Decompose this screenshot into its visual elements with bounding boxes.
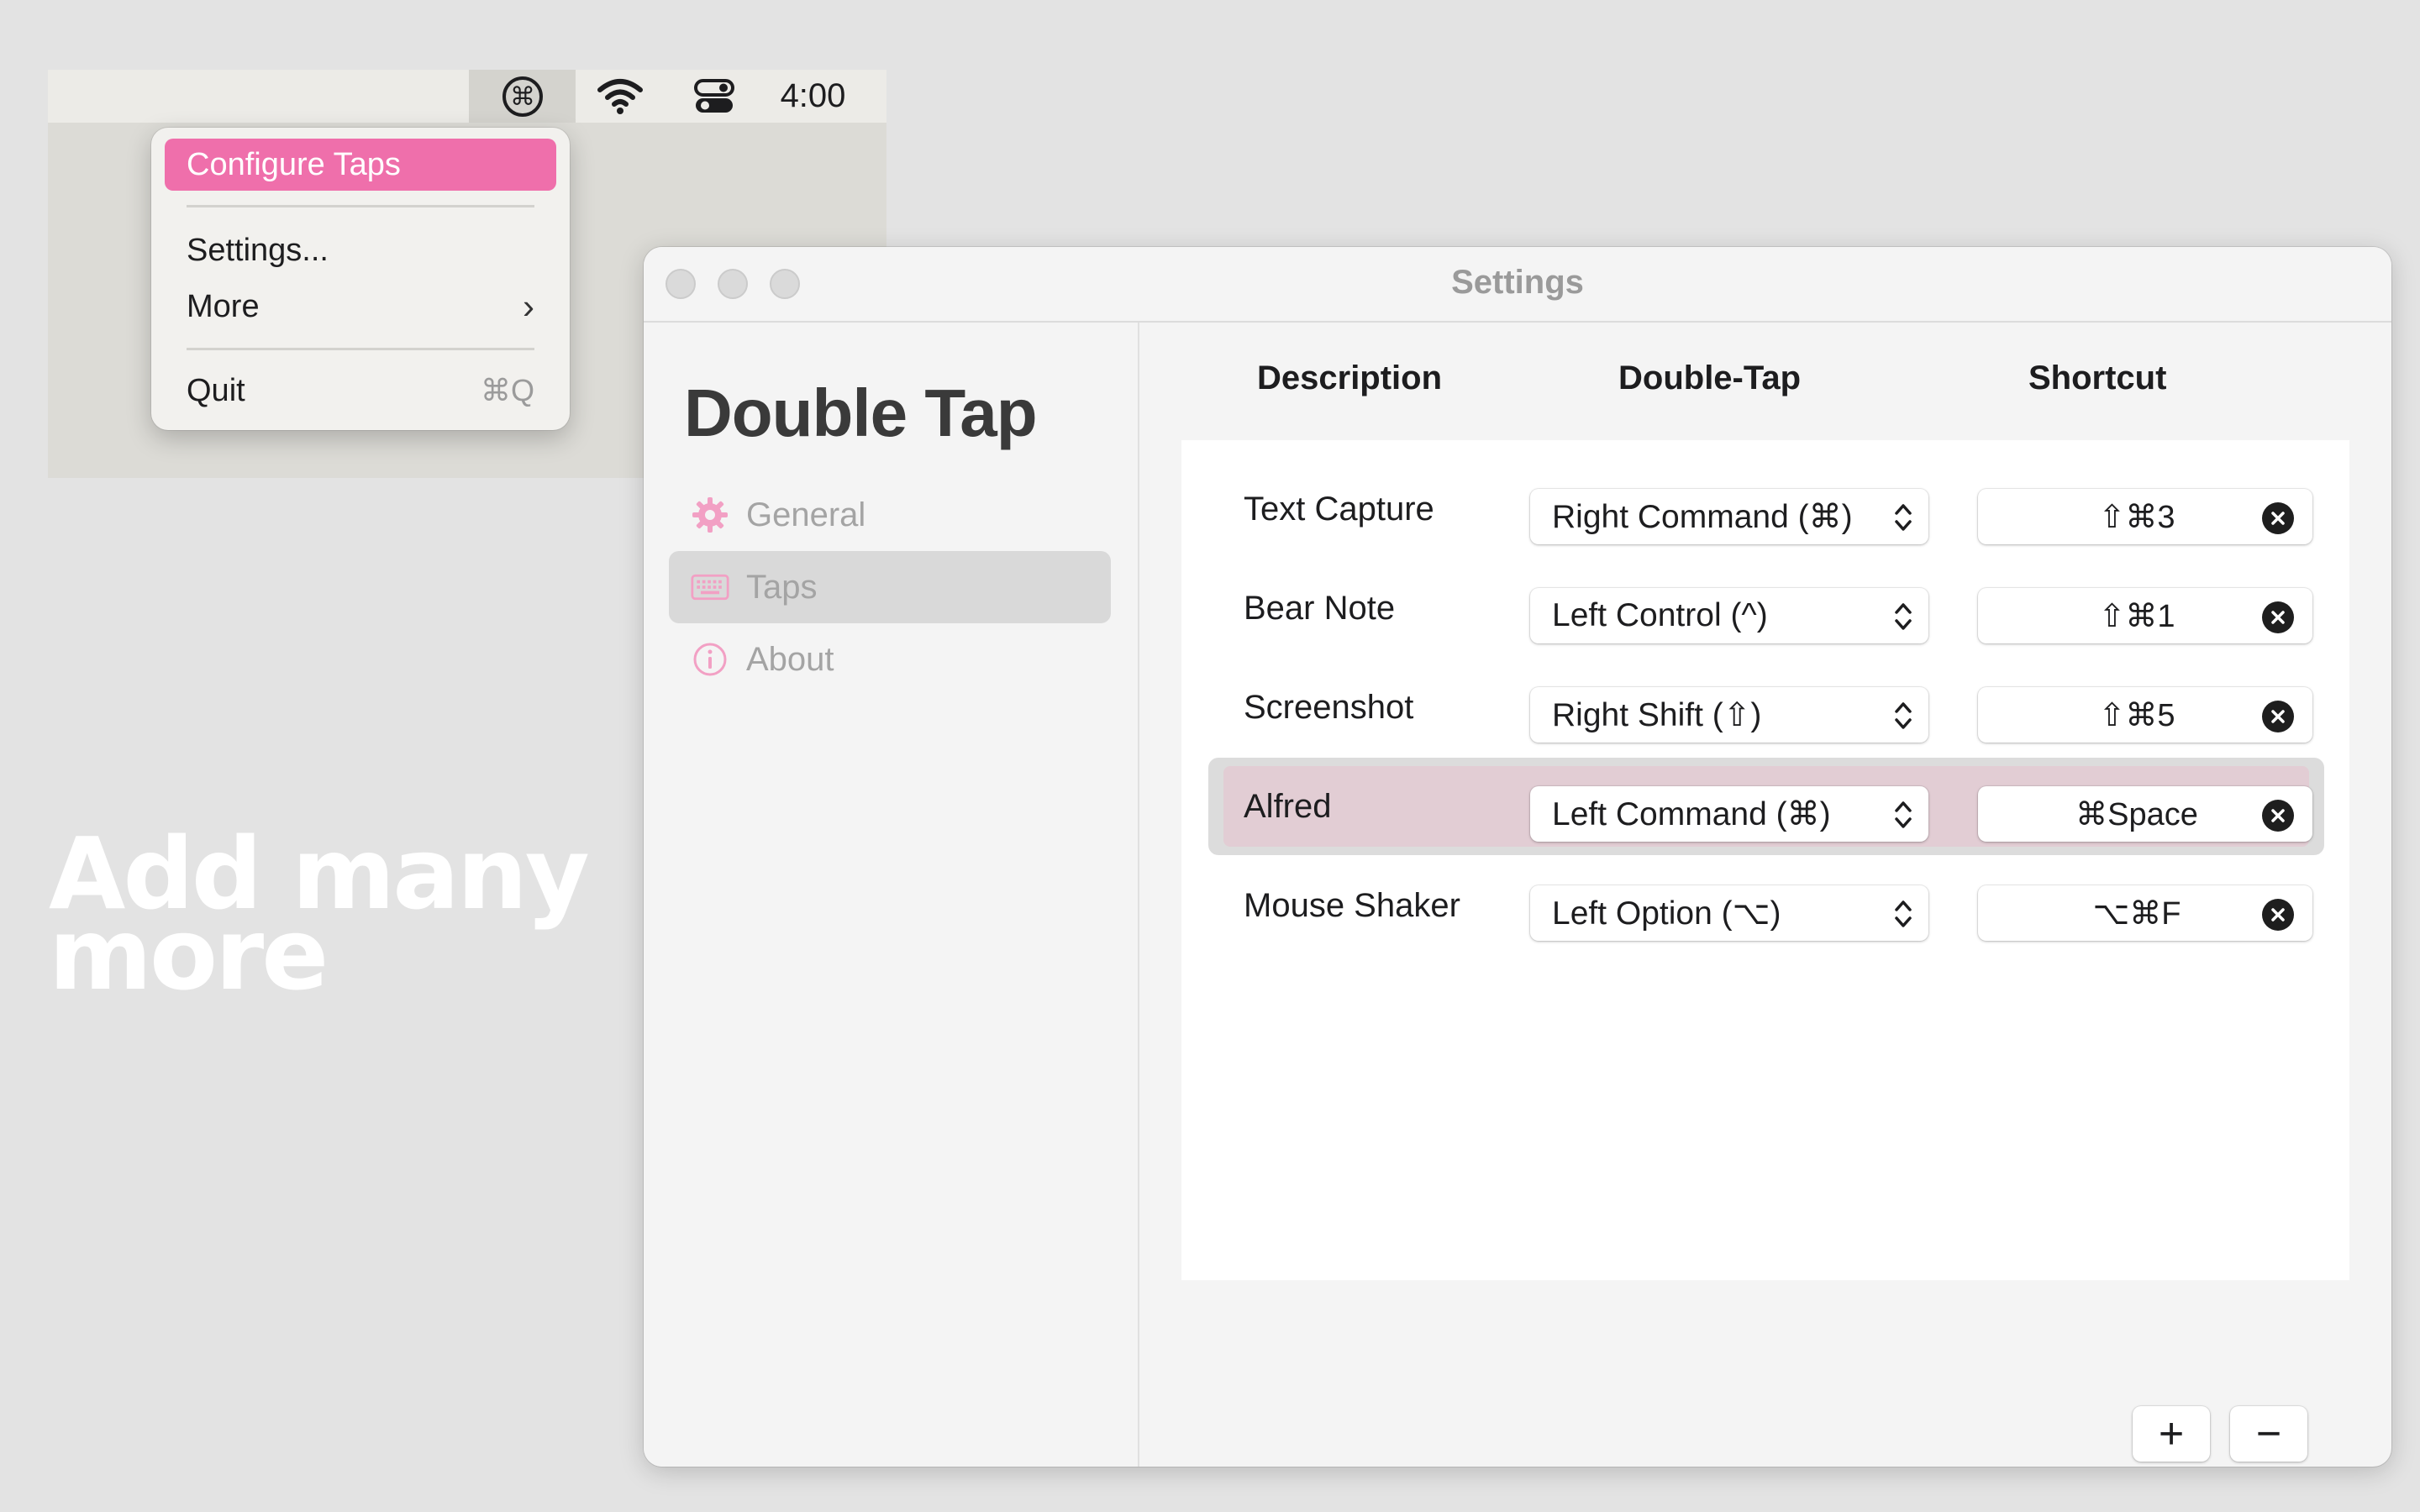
clear-shortcut-icon[interactable] [2262,601,2294,633]
shortcut-recorder[interactable]: ⇧⌘1 [1978,588,2312,643]
add-tap-button[interactable]: + [2133,1406,2210,1462]
shortcut-recorder[interactable]: ⇧⌘5 [1978,687,2312,743]
menu-separator [187,348,534,350]
table-row[interactable]: Screenshot Right Shift (⇧) ⇧⌘5 [1208,659,2324,756]
marketing-headline: Add many more [49,824,637,1004]
menu-separator [187,205,534,207]
remove-tap-button[interactable]: − [2230,1406,2307,1462]
clear-shortcut-icon[interactable] [2262,800,2294,832]
table-row-selected[interactable]: Alfred Left Command (⌘) ⌘Space [1208,758,2324,855]
app-title: Double Tap [684,375,1038,450]
row-description: Screenshot [1244,688,1414,726]
menubar-clock[interactable]: 4:00 [760,70,865,123]
menu-item-shortcut: ⌘Q [480,373,534,407]
menu-item-configure-taps[interactable]: Configure Taps [165,139,556,191]
select-value: Right Command (⌘) [1552,498,1853,535]
control-center-icon [694,78,734,113]
menubar-command-icon[interactable]: ⌘ [469,70,576,123]
double-tap-select[interactable]: Right Command (⌘) [1530,489,1928,544]
window-title: Settings [1451,264,1584,301]
menu-item-settings[interactable]: Settings... [165,224,556,276]
column-header-description[interactable]: Description [1257,360,1442,397]
shortcut-recorder[interactable]: ⌘Space [1978,786,2312,842]
gear-icon [691,496,729,534]
select-value: Left Command (⌘) [1552,795,1831,832]
table-row[interactable]: Mouse Shaker Left Option (⌥) ⌥⌘F [1208,857,2324,954]
sidebar: Double Tap General Taps About [644,323,1139,1467]
settings-window: Settings Double Tap General Taps About D… [644,247,2391,1467]
double-tap-select[interactable]: Left Control (^) [1530,588,1928,643]
sidebar-item-general[interactable]: General [669,479,1111,551]
menu-item-quit[interactable]: Quit ⌘Q [165,365,556,417]
clear-shortcut-icon[interactable] [2262,899,2294,931]
shortcut-value: ⇧⌘5 [2098,697,2175,733]
sidebar-item-label: Taps [746,568,818,606]
shortcut-value: ⇧⌘1 [2098,598,2175,634]
row-description: Text Capture [1244,490,1434,528]
select-value: Left Option (⌥) [1552,895,1781,932]
window-titlebar: Settings [644,247,2391,323]
select-value: Left Control (^) [1552,597,1768,633]
stepper-chevrons-icon [1895,900,1912,927]
shortcut-value: ⇧⌘3 [2098,499,2175,535]
chevron-right-icon: › [523,286,534,326]
menubar-wifi-icon[interactable] [588,70,651,123]
menu-item-label: Quit [187,372,245,408]
svg-text:⌘: ⌘ [510,82,535,112]
select-value: Right Shift (⇧) [1552,696,1762,733]
menu-item-label: Settings... [187,232,329,268]
double-tap-select[interactable]: Left Command (⌘) [1530,786,1928,842]
menu-item-label: Configure Taps [187,146,401,182]
menu-item-more[interactable]: More › [165,281,556,333]
shortcut-recorder[interactable]: ⌥⌘F [1978,885,2312,941]
column-header-double-tap[interactable]: Double-Tap [1618,360,1801,397]
stepper-chevrons-icon [1895,603,1912,630]
row-description: Bear Note [1244,589,1396,627]
sidebar-item-label: General [746,496,866,533]
sidebar-item-taps[interactable]: Taps [669,551,1111,623]
shortcut-value: ⌘Space [2075,796,2198,832]
command-icon: ⌘ [502,76,543,117]
row-description: Mouse Shaker [1244,886,1460,924]
shortcut-recorder[interactable]: ⇧⌘3 [1978,489,2312,544]
taps-pane: Description Double-Tap Shortcut Text Cap… [1139,323,2391,1467]
menu-item-label: More [187,288,260,324]
double-tap-select[interactable]: Left Option (⌥) [1530,885,1928,941]
table-row[interactable]: Text Capture Right Command (⌘) ⇧⌘3 [1208,460,2324,558]
clear-shortcut-icon[interactable] [2262,502,2294,534]
clear-shortcut-icon[interactable] [2262,701,2294,732]
table-row[interactable]: Bear Note Left Control (^) ⇧⌘1 [1208,559,2324,657]
double-tap-select[interactable]: Right Shift (⇧) [1530,687,1928,743]
column-header-shortcut[interactable]: Shortcut [2028,360,2166,397]
keyboard-icon [691,568,729,606]
status-menu: Configure Taps Settings... More › Quit ⌘… [151,128,570,430]
stepper-chevrons-icon [1895,801,1912,828]
menubar-control-center-icon[interactable] [681,70,748,123]
sidebar-item-label: About [746,640,834,678]
wifi-icon [597,78,643,114]
info-icon [691,640,729,679]
stepper-chevrons-icon [1895,504,1912,531]
sidebar-item-about[interactable]: About [669,623,1111,696]
stepper-chevrons-icon [1895,702,1912,729]
row-description: Alfred [1244,787,1332,825]
shortcut-value: ⌥⌘F [2092,895,2181,932]
